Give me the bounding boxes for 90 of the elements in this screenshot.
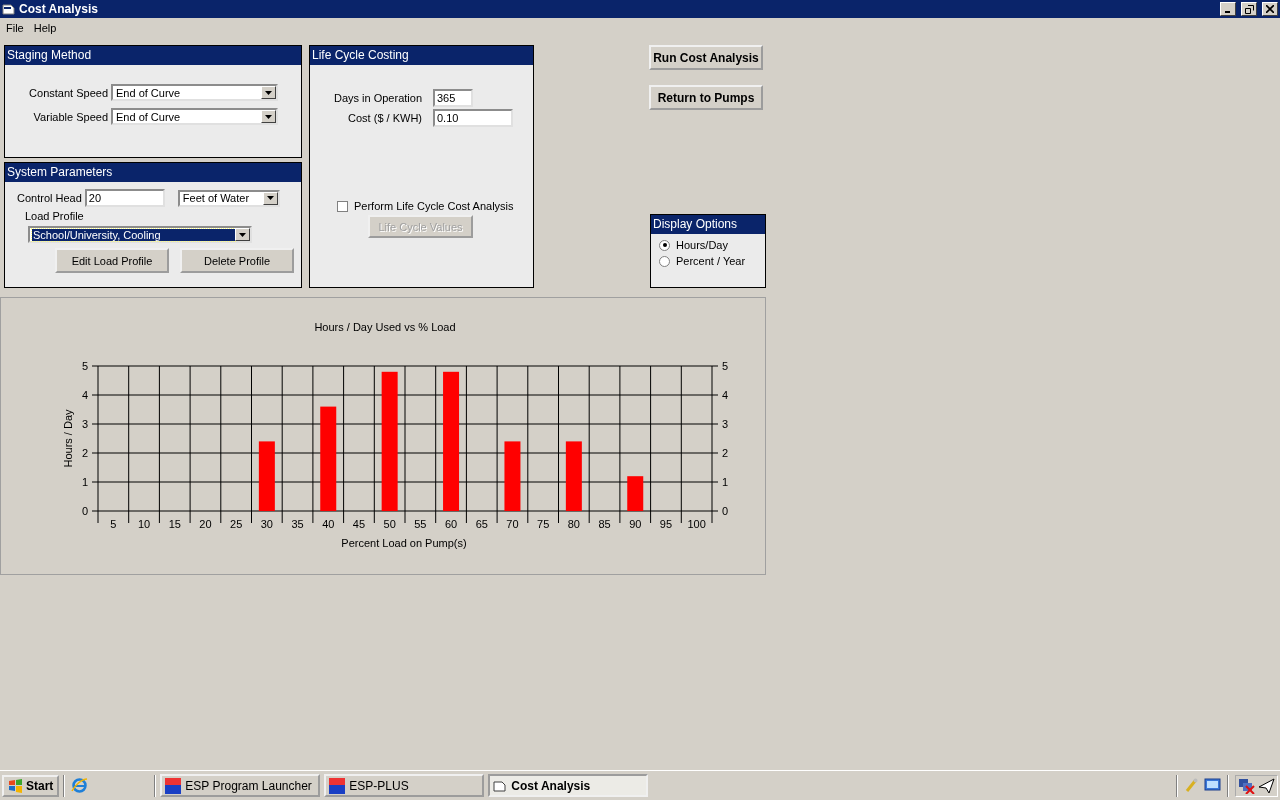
x-tick-label: 60 — [444, 518, 458, 530]
x-tick-label: 85 — [598, 518, 611, 530]
x-tick-label: 50 — [383, 518, 396, 530]
radio-button[interactable] — [659, 239, 670, 251]
network-disconnected-icon[interactable] — [1238, 777, 1256, 794]
dropdown[interactable]: End of Curve — [111, 108, 278, 125]
radio-button[interactable] — [659, 255, 670, 267]
x-tick-label: 100 — [687, 518, 706, 530]
y-tick-label: 4 — [722, 389, 729, 401]
input-field[interactable]: 365 — [433, 89, 473, 107]
radio-label[interactable]: Percent / Year — [676, 255, 746, 267]
dropdown-arrow-icon — [265, 114, 272, 119]
minimize-button[interactable] — [1220, 2, 1236, 16]
dropdown-arrow-icon — [265, 90, 272, 95]
dropdown-arrow-icon — [239, 232, 246, 237]
y-tick-label: 0 — [722, 505, 729, 517]
browser-icon[interactable] — [71, 777, 89, 794]
dropdown-arrow-icon — [266, 196, 274, 200]
app-logo-icon — [165, 777, 182, 794]
profile-button[interactable]: Edit Load Profile — [55, 248, 169, 273]
checkbox-label[interactable]: Perform Life Cycle Cost Analysis — [354, 200, 514, 212]
input-field[interactable]: 0.10 — [433, 109, 513, 127]
panel-header: Life Cycle Costing — [310, 46, 533, 65]
x-tick-label: 80 — [567, 518, 580, 530]
start-button[interactable]: Start — [2, 774, 60, 797]
field-label: Control Head — [17, 192, 82, 204]
x-tick-label: 5 — [110, 518, 117, 530]
x-tick-label: 25 — [230, 518, 243, 530]
field-label: Cost ($ / KWH) — [347, 112, 422, 124]
window-title: Cost Analysis — [19, 2, 99, 16]
taskbar-button[interactable]: ESP-PLUS — [324, 774, 485, 797]
dropdown[interactable]: End of Curve — [111, 84, 278, 101]
window-icon — [493, 779, 508, 792]
x-tick-label: 90 — [629, 518, 642, 530]
profile-button[interactable]: Delete Profile — [180, 248, 294, 273]
chart-title: Hours / Day Used vs % Load — [314, 321, 456, 333]
menu-item[interactable]: File — [1, 21, 29, 34]
panel-header: Staging Method — [5, 46, 301, 65]
radio-label[interactable]: Hours/Day — [676, 239, 728, 251]
x-tick-label: 70 — [506, 518, 519, 530]
y-tick-label: 3 — [722, 418, 729, 430]
x-tick-label: 40 — [322, 518, 335, 530]
x-tick-label: 55 — [414, 518, 427, 530]
close-button[interactable] — [1262, 2, 1278, 16]
y-tick-label: 4 — [81, 389, 88, 401]
x-tick-label: 75 — [537, 518, 550, 530]
field-label: Days in Operation — [332, 92, 422, 104]
close-icon — [1266, 5, 1274, 13]
x-tick-label: 20 — [199, 518, 212, 530]
windows-flag-icon — [8, 778, 23, 793]
menu-item[interactable]: Help — [28, 21, 62, 34]
dropdown[interactable]: Feet of Water — [177, 189, 280, 207]
panel-header: System Parameters — [5, 163, 301, 182]
y-tick-label: 2 — [722, 447, 729, 459]
bar — [565, 441, 582, 511]
y-tick-label: 0 — [81, 505, 88, 517]
input-field[interactable]: 20 — [84, 189, 165, 207]
action-button[interactable]: Return to Pumps — [649, 85, 763, 110]
bar — [258, 441, 275, 511]
y-tick-label: 1 — [722, 476, 729, 488]
y-tick-label: 2 — [81, 447, 88, 459]
x-tick-label: 10 — [137, 518, 151, 530]
y-tick-label: 5 — [722, 360, 729, 372]
x-tick-label: 95 — [659, 518, 673, 530]
x-tick-label: 65 — [475, 518, 488, 530]
monitor-icon[interactable] — [1204, 778, 1221, 793]
x-tick-label: 45 — [352, 518, 366, 530]
field-label: Constant Speed — [28, 86, 108, 99]
y-tick-label: 5 — [81, 360, 88, 372]
taskbar-button[interactable]: ESP Program Launcher — [160, 774, 321, 797]
y-axis-title: Hours / Day — [62, 409, 74, 468]
bar — [504, 441, 521, 511]
y-tick-label: 1 — [81, 476, 88, 488]
restore-button[interactable] — [1241, 2, 1257, 16]
panel-header: Display Options — [651, 215, 765, 234]
action-button[interactable]: Run Cost Analysis — [649, 45, 763, 70]
bar — [627, 476, 644, 511]
x-tick-label: 30 — [260, 518, 273, 530]
x-tick-label: 35 — [291, 518, 304, 530]
taskbar-button[interactable]: Cost Analysis — [488, 774, 649, 797]
paper-plane-icon[interactable] — [1258, 777, 1275, 794]
checkbox[interactable] — [337, 200, 348, 212]
x-axis-title: Percent Load on Pump(s) — [341, 537, 467, 549]
y-tick-label: 3 — [81, 418, 88, 430]
dropdown[interactable]: School/University, Cooling — [28, 226, 252, 243]
app-logo-icon — [329, 777, 346, 794]
field-label: Variable Speed — [32, 110, 108, 123]
x-tick-label: 15 — [168, 518, 181, 530]
restore-icon — [1244, 4, 1254, 14]
field-label: Load Profile — [25, 210, 85, 222]
